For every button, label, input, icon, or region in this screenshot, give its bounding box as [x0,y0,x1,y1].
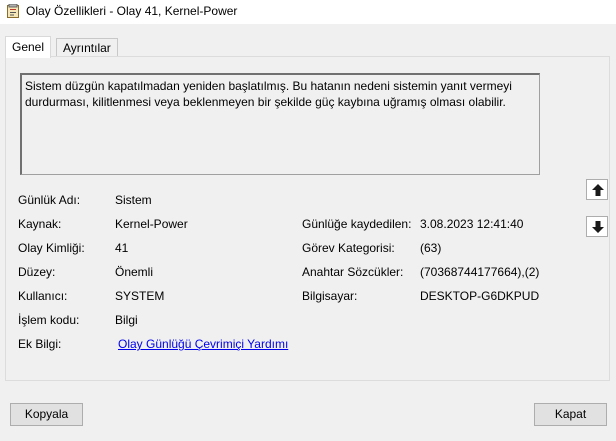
level-label: Düzey: [18,265,56,279]
log-name-value: Sistem [115,193,152,207]
opcode-value: Bilgi [115,313,138,327]
keywords-value: (70368744177664),(2) [420,265,540,279]
tab-details[interactable]: Ayrıntılar [56,38,118,57]
next-event-button[interactable] [586,216,608,237]
event-id-label: Olay Kimliği: [18,241,85,255]
event-id-value: 41 [115,241,129,255]
online-help-link[interactable]: Olay Günlüğü Çevrimiçi Yardımı [118,337,288,351]
event-viewer-icon [7,4,19,18]
event-description[interactable]: Sistem düzgün kapatılmadan yeniden başla… [20,73,540,175]
copy-button[interactable]: Kopyala [10,403,83,426]
keywords-label: Anahtar Sözcükler: [302,265,404,279]
close-button[interactable]: Kapat [534,403,607,426]
opcode-label: İşlem kodu: [18,313,80,327]
log-name-label: Günlük Adı: [18,193,81,207]
title-bar: Olay Özellikleri - Olay 41, Kernel-Power [0,0,616,24]
logged-value: 3.08.2023 12:41:40 [420,217,524,231]
source-value: Kernel-Power [115,217,188,231]
task-category-label: Görev Kategorisi: [302,241,395,255]
source-label: Kaynak: [18,217,62,231]
previous-event-button[interactable] [586,179,608,200]
user-value: SYSTEM [115,289,165,303]
task-category-value: (63) [420,241,442,255]
arrow-down-icon [592,221,604,233]
computer-label: Bilgisayar: [302,289,358,303]
arrow-up-icon [592,184,604,196]
user-label: Kullanıcı: [18,289,68,303]
window-title: Olay Özellikleri - Olay 41, Kernel-Power [26,4,238,18]
level-value: Önemli [115,265,154,279]
more-info-label: Ek Bilgi: [18,337,62,351]
computer-value: DESKTOP-G6DKPUD [420,289,540,303]
logged-label: Günlüğe kaydedilen: [302,217,412,231]
tab-general[interactable]: Genel [5,36,52,58]
